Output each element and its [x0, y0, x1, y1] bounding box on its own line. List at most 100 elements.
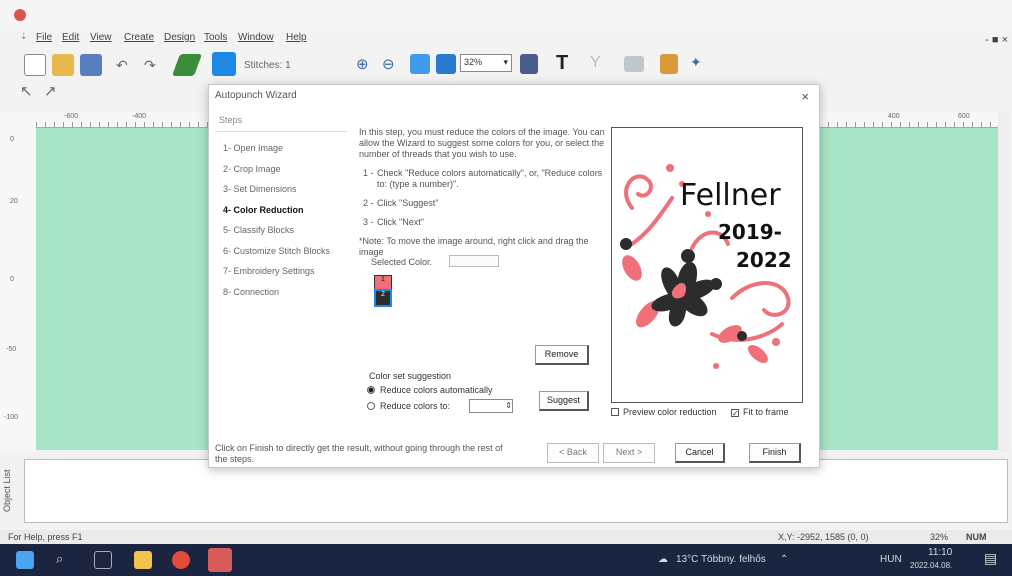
preview-text-line: Fellner — [680, 178, 781, 213]
undo-icon[interactable]: ↶ — [116, 57, 128, 74]
autopunch-wizard-dialog: Autopunch Wizard × Steps 1- Open Image 2… — [208, 84, 820, 468]
task-view-icon[interactable] — [94, 551, 112, 569]
menu-bar: ⇣ File Edit View Create Design Tools Win… — [0, 30, 1012, 46]
save-icon[interactable] — [80, 54, 102, 76]
zoom-select[interactable]: 32% ▾ — [460, 54, 512, 72]
fit-screen-icon[interactable] — [410, 54, 430, 74]
fit-to-frame-checkbox[interactable]: ✓ Fit to frame — [731, 407, 789, 418]
intro-text: In this step, you must reduce the colors… — [359, 127, 605, 159]
menu-edit[interactable]: Edit — [62, 32, 79, 43]
menu-file[interactable]: File — [36, 32, 52, 43]
checkbox-label: Fit to frame — [743, 407, 789, 417]
finish-button[interactable]: Finish — [749, 443, 801, 463]
monogram-icon[interactable]: Y — [590, 54, 601, 72]
select-tool-icon[interactable]: ↖ — [20, 82, 40, 100]
ruler-label: 400 — [888, 113, 900, 120]
step-classify-blocks: 5- Classify Blocks — [223, 225, 295, 235]
radio-indicator[interactable] — [367, 386, 375, 394]
weather-text[interactable]: 13°C Többny. felhős — [676, 554, 766, 565]
ruler-label: -100 — [4, 414, 19, 421]
status-help: For Help, press F1 — [8, 532, 83, 542]
image-preview[interactable]: Fellner 2019- 2022 — [611, 127, 803, 403]
photo-icon[interactable] — [624, 56, 644, 72]
new-file-icon[interactable] — [24, 54, 46, 76]
ruler-label: 20 — [10, 198, 18, 205]
zoom-out-icon[interactable]: ⊖ — [382, 55, 395, 73]
step-crop-image: 2- Crop Image — [223, 163, 281, 174]
checkbox-box[interactable] — [611, 408, 619, 416]
dialog-title: Autopunch Wizard — [215, 90, 297, 101]
embroidery-app-icon[interactable] — [208, 548, 232, 572]
color-suggestion-title: Color set suggestion — [369, 371, 452, 381]
checkbox-label: Preview color reduction — [623, 407, 717, 417]
object-list-pane[interactable] — [24, 459, 1008, 523]
color-swatch-selected[interactable]: 2 — [374, 289, 392, 307]
menu-create[interactable]: Create — [124, 32, 154, 43]
suggest-button[interactable]: Suggest — [539, 391, 589, 411]
status-coords: X,Y: -2952, 1585 (0, 0) — [778, 532, 869, 542]
input-language[interactable]: HUN — [880, 554, 902, 565]
instruction-text: Check "Reduce colors automatically", or,… — [377, 168, 603, 189]
menu-help[interactable]: Help — [286, 32, 307, 43]
instruction-item: 1 - Check "Reduce colors automatically",… — [359, 168, 609, 190]
actual-size-icon[interactable] — [436, 54, 456, 74]
search-icon[interactable]: ⌕ — [56, 551, 74, 569]
clock-time[interactable]: 11:10 — [928, 547, 952, 558]
hoop-icon[interactable] — [520, 54, 538, 74]
menu-window[interactable]: Window — [238, 32, 274, 43]
start-icon[interactable] — [16, 551, 34, 569]
quick-access-icon[interactable]: ⇣ — [20, 31, 28, 42]
instruction-item: 2 - Click "Suggest" — [359, 198, 609, 209]
object-list-tab[interactable]: Object List — [2, 459, 20, 523]
menu-tools[interactable]: Tools — [204, 32, 227, 43]
text-tool-icon[interactable]: T — [556, 52, 568, 75]
step-connection: 8- Connection — [223, 286, 280, 297]
preview-text-line: 2019- — [718, 220, 782, 244]
vertical-scrollbar[interactable] — [998, 112, 1010, 452]
radio-auto-label: Reduce colors automatically — [380, 385, 493, 395]
design-pen-icon[interactable] — [171, 54, 203, 76]
cancel-button[interactable]: Cancel — [675, 443, 725, 463]
steps-panel: Steps 1- Open Image 2- Crop Image 3- Set… — [215, 111, 347, 431]
reshape-tool-icon[interactable]: ↗ — [44, 82, 64, 100]
file-explorer-icon[interactable] — [134, 551, 152, 569]
autopunch-icon[interactable] — [660, 54, 678, 74]
close-icon[interactable]: × — [801, 89, 809, 104]
preview-color-reduction-checkbox[interactable]: Preview color reduction — [611, 407, 717, 417]
next-button[interactable]: Next > — [603, 443, 655, 463]
footer-note: Click on Finish to directly get the resu… — [215, 443, 503, 464]
instruction-number: 3 - — [363, 217, 374, 227]
wizard-icon[interactable]: ✦ — [690, 54, 702, 71]
chrome-icon[interactable] — [172, 551, 190, 569]
back-button[interactable]: < Back — [547, 443, 599, 463]
chevron-down-icon: ▾ — [503, 57, 508, 67]
color-swatch-list[interactable]: 1 2 — [364, 273, 592, 343]
open-folder-icon[interactable] — [52, 54, 74, 76]
instruction-text: Click "Next" — [377, 217, 424, 227]
notification-icon[interactable]: ▤ — [984, 550, 997, 567]
remove-button[interactable]: Remove — [535, 345, 589, 365]
step-embroidery-settings: 7- Embroidery Settings — [223, 266, 315, 276]
step-set-dimensions: 3- Set Dimensions — [223, 184, 297, 194]
checkbox-box-checked[interactable]: ✓ — [731, 409, 739, 418]
instruction-number: 2 - — [363, 198, 374, 208]
clock-date[interactable]: 2022.04.08. — [910, 561, 952, 570]
color-picker-icon[interactable] — [212, 52, 236, 76]
radio-reduce-auto[interactable]: Reduce colors automatically — [367, 385, 493, 395]
redo-icon[interactable]: ↷ — [144, 57, 156, 74]
instruction-item: 3 - Click "Next" — [359, 217, 609, 228]
spinner-icon[interactable]: ⇕ — [505, 400, 512, 412]
zoom-in-icon[interactable]: ⊕ — [356, 55, 369, 73]
zoom-value: 32% — [464, 57, 483, 67]
menu-design[interactable]: Design — [164, 32, 195, 43]
radio-indicator[interactable] — [367, 402, 375, 410]
status-num: NUM — [966, 532, 987, 542]
weather-icon[interactable]: ☁ — [658, 554, 668, 565]
step-color-reduction: 4- Color Reduction — [223, 204, 304, 215]
reduce-count-input[interactable]: ⇕ — [469, 399, 513, 413]
chevron-up-icon[interactable]: ⌃ — [780, 554, 788, 565]
radio-reduce-to[interactable]: Reduce colors to: — [367, 401, 450, 411]
ruler-label: 0 — [10, 136, 14, 143]
menu-view[interactable]: View — [90, 32, 112, 43]
preview-text-line: 2022 — [736, 248, 792, 272]
